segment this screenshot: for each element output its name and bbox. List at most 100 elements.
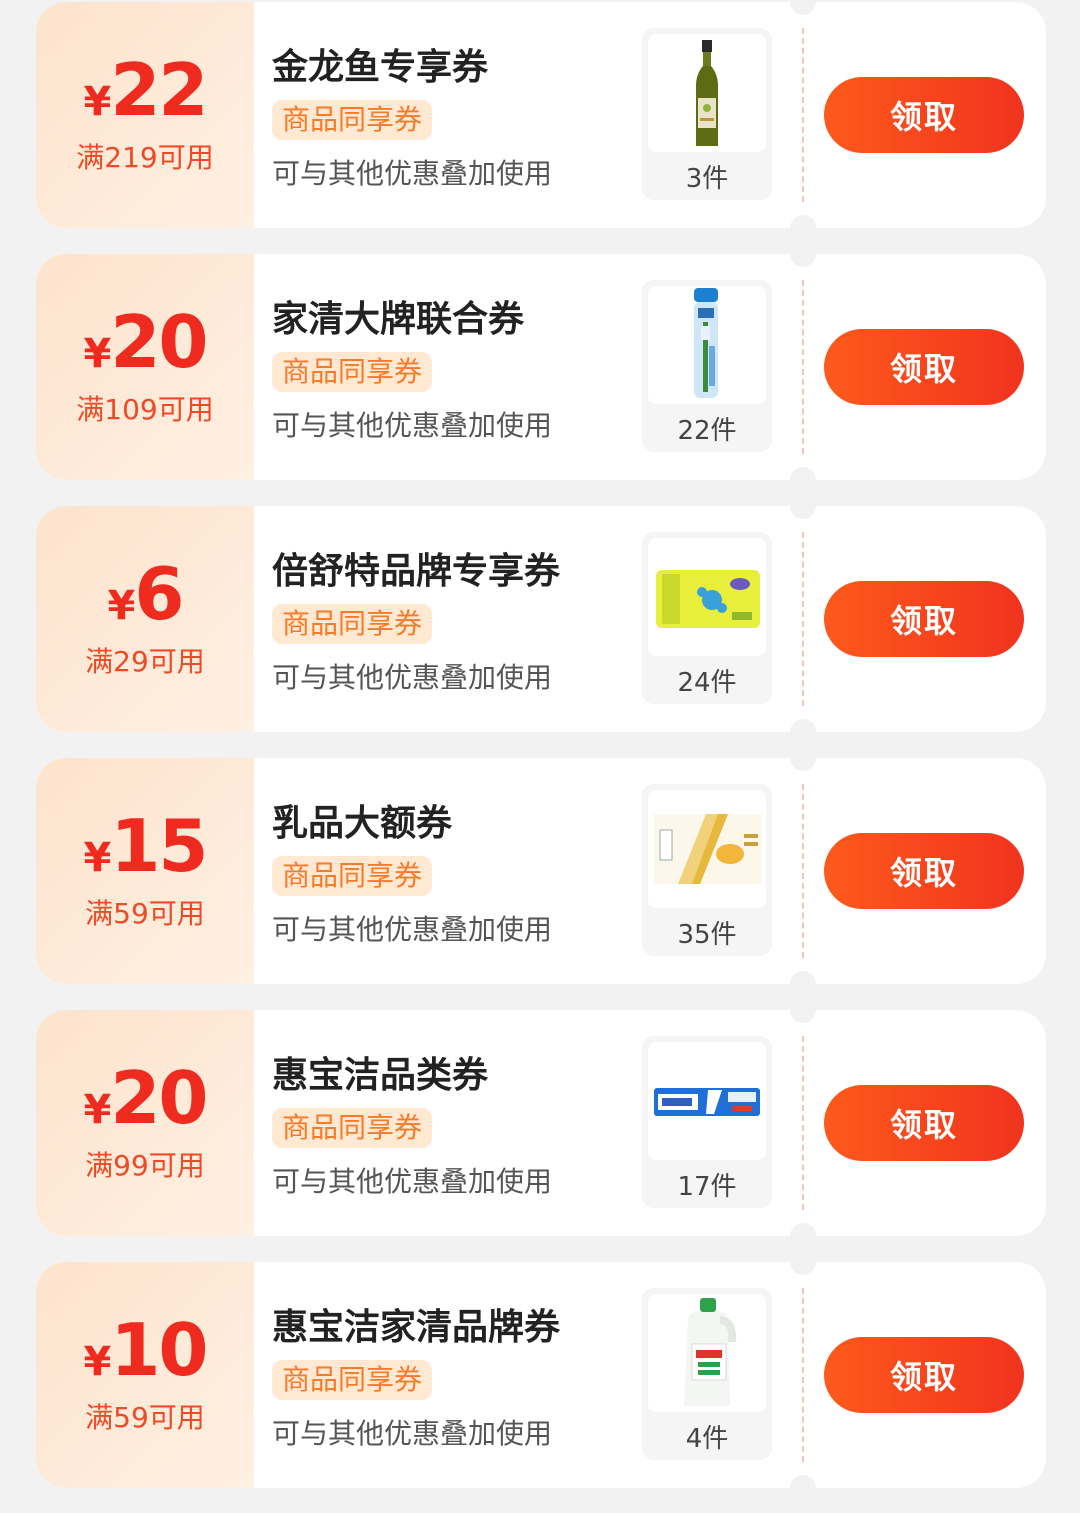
product-preview[interactable]: 24件 — [642, 532, 772, 704]
notch-top — [790, 758, 816, 771]
coupon-card: ¥22 满219可用 金龙鱼专享券 商品同享券 可与其他优惠叠加使用 3件 领取 — [36, 2, 1046, 228]
amount-value: 20 — [110, 300, 208, 384]
product-count: 22件 — [677, 416, 737, 446]
coupon-amount: ¥15 — [36, 804, 254, 888]
coupon-info: 惠宝洁品类券 商品同享券 可与其他优惠叠加使用 — [272, 1010, 632, 1236]
amount-value: 10 — [110, 1308, 208, 1392]
coupon-title: 惠宝洁家清品牌券 — [272, 1307, 561, 1348]
coupon-divider — [802, 1036, 804, 1210]
coupon-card: ¥20 满109可用 家清大牌联合券 商品同享券 可与其他优惠叠加使用 22件 — [36, 254, 1046, 480]
milk-box-icon — [648, 790, 766, 908]
currency-symbol: ¥ — [107, 583, 136, 629]
coupon-type-tag: 商品同享券 — [272, 604, 433, 644]
coupon-info: 家清大牌联合券 商品同享券 可与其他优惠叠加使用 — [272, 254, 632, 480]
coupon-type-tag: 商品同享券 — [272, 100, 433, 140]
coupon-info: 倍舒特品牌专享券 商品同享券 可与其他优惠叠加使用 — [272, 506, 632, 732]
coupon-type-tag: 商品同享券 — [272, 1360, 433, 1400]
toothbrush-tube-icon — [648, 286, 766, 404]
notch-bottom — [790, 215, 816, 228]
coupon-threshold: 满29可用 — [85, 645, 205, 678]
coupon-stack-note: 可与其他优惠叠加使用 — [272, 661, 553, 694]
coupon-title: 乳品大额券 — [272, 803, 453, 844]
coupon-title: 家清大牌联合券 — [272, 299, 525, 340]
currency-symbol: ¥ — [83, 1339, 111, 1385]
notch-top — [790, 254, 816, 267]
coupon-list: ¥22 满219可用 金龙鱼专享券 商品同享券 可与其他优惠叠加使用 3件 领取… — [0, 0, 1080, 1513]
product-count: 35件 — [677, 920, 737, 950]
claim-button[interactable]: 领取 — [824, 1337, 1024, 1413]
currency-symbol: ¥ — [83, 1087, 111, 1133]
coupon-amount-panel: ¥20 满109可用 — [36, 254, 254, 480]
detergent-bottle-icon — [648, 1294, 766, 1412]
coupon-type-tag: 商品同享券 — [272, 856, 433, 896]
toothpaste-icon — [648, 1042, 766, 1160]
coupon-title: 倍舒特品牌专享券 — [272, 551, 561, 592]
currency-symbol: ¥ — [83, 79, 111, 125]
coupon-title: 金龙鱼专享券 — [272, 47, 489, 88]
coupon-divider — [802, 784, 804, 958]
product-preview[interactable]: 3件 — [642, 28, 772, 200]
coupon-title: 惠宝洁品类券 — [272, 1055, 489, 1096]
coupon-stack-note: 可与其他优惠叠加使用 — [272, 1417, 553, 1450]
coupon-amount: ¥22 — [36, 48, 254, 132]
product-preview[interactable]: 4件 — [642, 1288, 772, 1460]
notch-bottom — [790, 719, 816, 732]
coupon-amount: ¥6 — [36, 552, 254, 636]
coupon-card: ¥15 满59可用 乳品大额券 商品同享券 可与其他优惠叠加使用 35件 领取 — [36, 758, 1046, 984]
product-count: 24件 — [677, 668, 737, 698]
coupon-info: 惠宝洁家清品牌券 商品同享券 可与其他优惠叠加使用 — [272, 1262, 632, 1488]
notch-top — [790, 506, 816, 519]
notch-bottom — [790, 1223, 816, 1236]
notch-bottom — [790, 1475, 816, 1488]
amount-value: 6 — [134, 552, 184, 636]
coupon-divider — [802, 532, 804, 706]
coupon-amount-panel: ¥20 满99可用 — [36, 1010, 254, 1236]
sanitary-pad-pack-icon — [648, 538, 766, 656]
coupon-amount-panel: ¥15 满59可用 — [36, 758, 254, 984]
coupon-amount: ¥20 — [36, 1056, 254, 1140]
coupon-type-tag: 商品同享券 — [272, 352, 433, 392]
coupon-amount-panel: ¥22 满219可用 — [36, 2, 254, 228]
coupon-divider — [802, 1288, 804, 1462]
coupon-amount-panel: ¥10 满59可用 — [36, 1262, 254, 1488]
oil-bottle-icon — [648, 34, 766, 152]
coupon-amount-panel: ¥6 满29可用 — [36, 506, 254, 732]
coupon-card: ¥6 满29可用 倍舒特品牌专享券 商品同享券 可与其他优惠叠加使用 24件 领… — [36, 506, 1046, 732]
product-count: 17件 — [677, 1172, 737, 1202]
product-preview[interactable]: 22件 — [642, 280, 772, 452]
product-count: 3件 — [685, 164, 729, 194]
notch-top — [790, 1262, 816, 1275]
coupon-info: 金龙鱼专享券 商品同享券 可与其他优惠叠加使用 — [272, 2, 632, 228]
coupon-threshold: 满109可用 — [76, 393, 214, 426]
notch-bottom — [790, 467, 816, 480]
currency-symbol: ¥ — [83, 331, 111, 377]
claim-button[interactable]: 领取 — [824, 581, 1024, 657]
coupon-stack-note: 可与其他优惠叠加使用 — [272, 913, 553, 946]
amount-value: 15 — [110, 804, 208, 888]
product-count: 4件 — [685, 1424, 729, 1454]
claim-button[interactable]: 领取 — [824, 77, 1024, 153]
coupon-divider — [802, 280, 804, 454]
notch-top — [790, 2, 816, 15]
claim-button[interactable]: 领取 — [824, 833, 1024, 909]
coupon-stack-note: 可与其他优惠叠加使用 — [272, 409, 553, 442]
coupon-amount: ¥20 — [36, 300, 254, 384]
coupon-stack-note: 可与其他优惠叠加使用 — [272, 157, 553, 190]
coupon-stack-note: 可与其他优惠叠加使用 — [272, 1165, 553, 1198]
claim-button[interactable]: 领取 — [824, 1085, 1024, 1161]
coupon-type-tag: 商品同享券 — [272, 1108, 433, 1148]
coupon-card: ¥10 满59可用 惠宝洁家清品牌券 商品同享券 可与其他优惠叠加使用 4件 领… — [36, 1262, 1046, 1488]
product-preview[interactable]: 35件 — [642, 784, 772, 956]
coupon-threshold: 满59可用 — [85, 897, 205, 930]
coupon-card: ¥20 满99可用 惠宝洁品类券 商品同享券 可与其他优惠叠加使用 17件 领取 — [36, 1010, 1046, 1236]
coupon-threshold: 满59可用 — [85, 1401, 205, 1434]
claim-button[interactable]: 领取 — [824, 329, 1024, 405]
product-preview[interactable]: 17件 — [642, 1036, 772, 1208]
coupon-divider — [802, 28, 804, 202]
coupon-threshold: 满219可用 — [76, 141, 214, 174]
coupon-threshold: 满99可用 — [85, 1149, 205, 1182]
coupon-amount: ¥10 — [36, 1308, 254, 1392]
currency-symbol: ¥ — [83, 835, 111, 881]
amount-value: 20 — [110, 1056, 208, 1140]
notch-bottom — [790, 971, 816, 984]
